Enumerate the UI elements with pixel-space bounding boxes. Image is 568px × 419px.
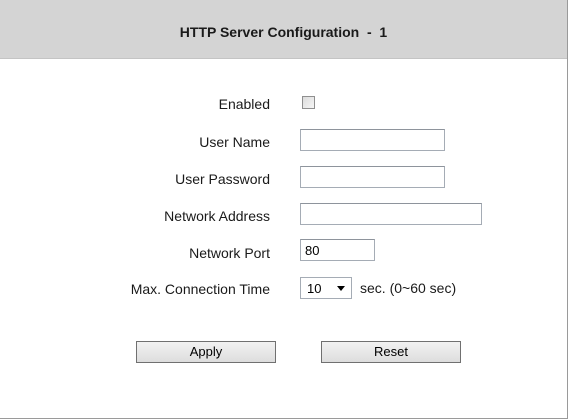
network-port-field[interactable] bbox=[300, 239, 375, 261]
network-port-label: Network Port bbox=[189, 245, 270, 261]
panel-header: HTTP Server Configuration - 1 bbox=[0, 0, 567, 59]
user-name-label: User Name bbox=[199, 134, 270, 150]
max-connection-time-value: 10 bbox=[307, 281, 322, 296]
enabled-checkbox[interactable] bbox=[302, 96, 315, 109]
page-title: HTTP Server Configuration - 1 bbox=[179, 24, 388, 40]
apply-button[interactable]: Apply bbox=[136, 341, 276, 363]
max-connection-time-suffix: sec. (0~60 sec) bbox=[360, 280, 457, 296]
user-password-field[interactable] bbox=[300, 166, 445, 188]
max-connection-time-select[interactable]: 10 bbox=[300, 277, 352, 299]
enabled-label: Enabled bbox=[218, 96, 270, 112]
reset-button[interactable]: Reset bbox=[321, 341, 461, 363]
user-password-label: User Password bbox=[175, 171, 270, 187]
user-name-field[interactable] bbox=[300, 129, 445, 151]
dropdown-arrow-icon bbox=[337, 286, 345, 291]
network-address-field[interactable] bbox=[300, 203, 482, 225]
http-server-config-panel: HTTP Server Configuration - 1 Enabled Us… bbox=[0, 0, 568, 419]
network-address-label: Network Address bbox=[164, 208, 270, 224]
max-connection-time-label: Max. Connection Time bbox=[130, 281, 270, 297]
